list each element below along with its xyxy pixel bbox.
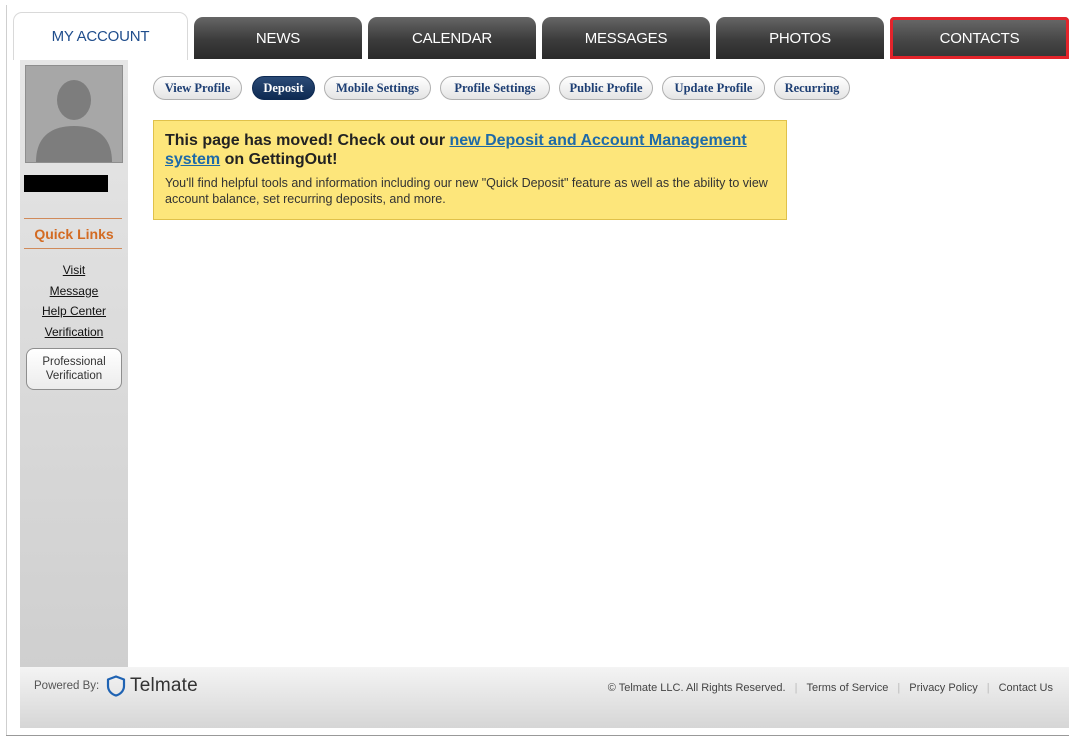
tab-messages[interactable]: MESSAGES — [542, 17, 710, 59]
avatar — [25, 65, 123, 163]
quick-link-help-center[interactable]: Help Center — [20, 301, 128, 322]
quick-link-message[interactable]: Message — [20, 281, 128, 302]
tab-calendar[interactable]: CALENDAR — [368, 17, 536, 59]
redacted-name — [24, 175, 108, 192]
subnav-deposit[interactable]: Deposit — [252, 76, 315, 100]
tab-news[interactable]: NEWS — [194, 17, 362, 59]
notice-body: You'll find helpful tools and informatio… — [165, 176, 768, 206]
separator: | — [897, 682, 901, 694]
divider — [6, 735, 1069, 736]
subnav-public-profile[interactable]: Public Profile — [559, 76, 653, 100]
tab-photos[interactable]: PHOTOS — [716, 17, 884, 59]
subnav-profile-settings[interactable]: Profile Settings — [440, 76, 550, 100]
quick-link-verification[interactable]: Verification — [20, 322, 128, 343]
button-label-line: Verification — [45, 370, 103, 382]
shield-icon — [106, 675, 126, 697]
separator: | — [986, 682, 990, 694]
powered-by-label: Powered By: — [34, 680, 100, 692]
contact-us-link[interactable]: Contact Us — [999, 682, 1053, 694]
copyright-text: © Telmate LLC. All Rights Reserved. — [607, 682, 786, 694]
professional-verification-button[interactable]: Professional Verification — [26, 348, 122, 390]
sidebar: Quick Links Visit Message Help Center Ve… — [20, 60, 128, 670]
divider — [24, 248, 122, 249]
telmate-logo: Telmate — [106, 675, 198, 697]
main-tabs: MY ACCOUNT NEWS CALENDAR MESSAGES PHOTOS… — [13, 12, 1069, 60]
subnav-recurring[interactable]: Recurring — [774, 76, 850, 100]
notice-heading-text: on GettingOut! — [220, 151, 338, 168]
tab-contacts[interactable]: CONTACTS — [890, 17, 1069, 59]
notice-heading: This page has moved! Check out our new D… — [165, 131, 774, 169]
moved-notice: This page has moved! Check out our new D… — [153, 120, 787, 220]
footer-links: © Telmate LLC. All Rights Reserved. | Te… — [608, 682, 1053, 694]
subnav-mobile-settings[interactable]: Mobile Settings — [324, 76, 431, 100]
notice-heading-text: This page has moved! Check out our — [165, 132, 450, 149]
default-user-icon — [26, 66, 122, 162]
privacy-policy-link[interactable]: Privacy Policy — [909, 682, 977, 694]
tab-my-account[interactable]: MY ACCOUNT — [13, 12, 188, 60]
separator: | — [794, 682, 798, 694]
subnav-view-profile[interactable]: View Profile — [153, 76, 242, 100]
divider — [24, 218, 122, 219]
quick-link-visit[interactable]: Visit — [20, 260, 128, 281]
page-frame — [6, 5, 1069, 736]
button-label-line: Professional — [42, 356, 106, 368]
telmate-logo-text: Telmate — [130, 675, 198, 696]
subnav-update-profile[interactable]: Update Profile — [662, 76, 765, 100]
terms-of-service-link[interactable]: Terms of Service — [806, 682, 888, 694]
quick-links-title: Quick Links — [34, 226, 114, 242]
quick-links-list: Visit Message Help Center Verification — [20, 260, 128, 342]
footer: Powered By: Telmate © Telmate LLC. All R… — [20, 667, 1069, 728]
